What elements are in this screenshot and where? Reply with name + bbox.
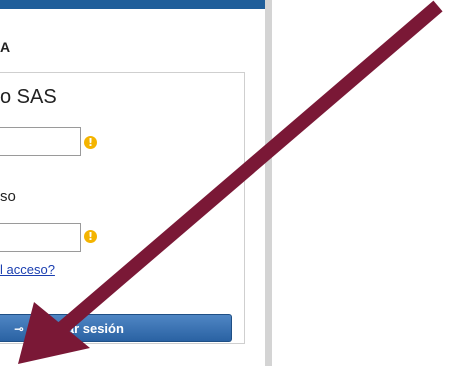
arrow-shaft <box>55 0 443 336</box>
arrow-annotation <box>18 0 443 364</box>
